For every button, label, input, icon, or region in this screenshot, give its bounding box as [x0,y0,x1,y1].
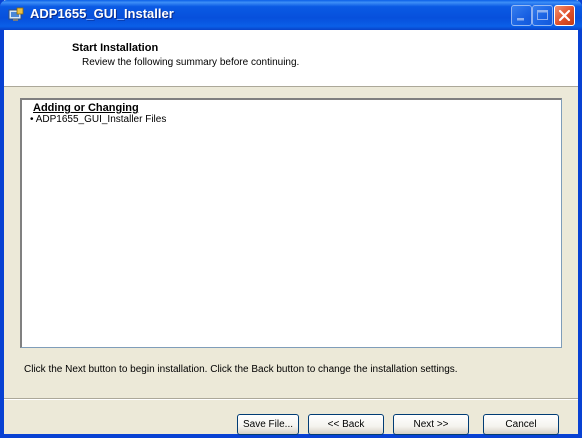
window-title: ADP1655_GUI_Installer [30,6,174,21]
close-icon [558,9,571,22]
installer-icon [8,7,24,23]
cancel-button[interactable]: Cancel [483,414,559,435]
instruction-text: Click the Next button to begin installat… [24,364,458,375]
back-button[interactable]: << Back [308,414,384,435]
minimize-button[interactable] [511,5,532,26]
page-subtitle: Review the following summary before cont… [82,57,300,68]
save-file-button[interactable]: Save File... [237,414,299,435]
button-divider [4,398,578,400]
minimize-icon [517,18,524,21]
page-title: Start Installation [72,42,159,54]
maximize-button[interactable] [532,5,553,26]
installer-window: ADP1655_GUI_Installer Start Installation… [0,0,582,438]
wizard-header: Start Installation Review the following … [4,30,578,87]
summary-item: • ADP1655_GUI_Installer Files [30,114,167,125]
next-button[interactable]: Next >> [393,414,469,435]
close-button[interactable] [554,5,575,26]
maximize-icon [537,10,548,20]
summary-heading: Adding or Changing [33,102,139,114]
title-bar[interactable]: ADP1655_GUI_Installer [0,0,582,30]
summary-panel[interactable]: Adding or Changing • ADP1655_GUI_Install… [20,98,562,348]
